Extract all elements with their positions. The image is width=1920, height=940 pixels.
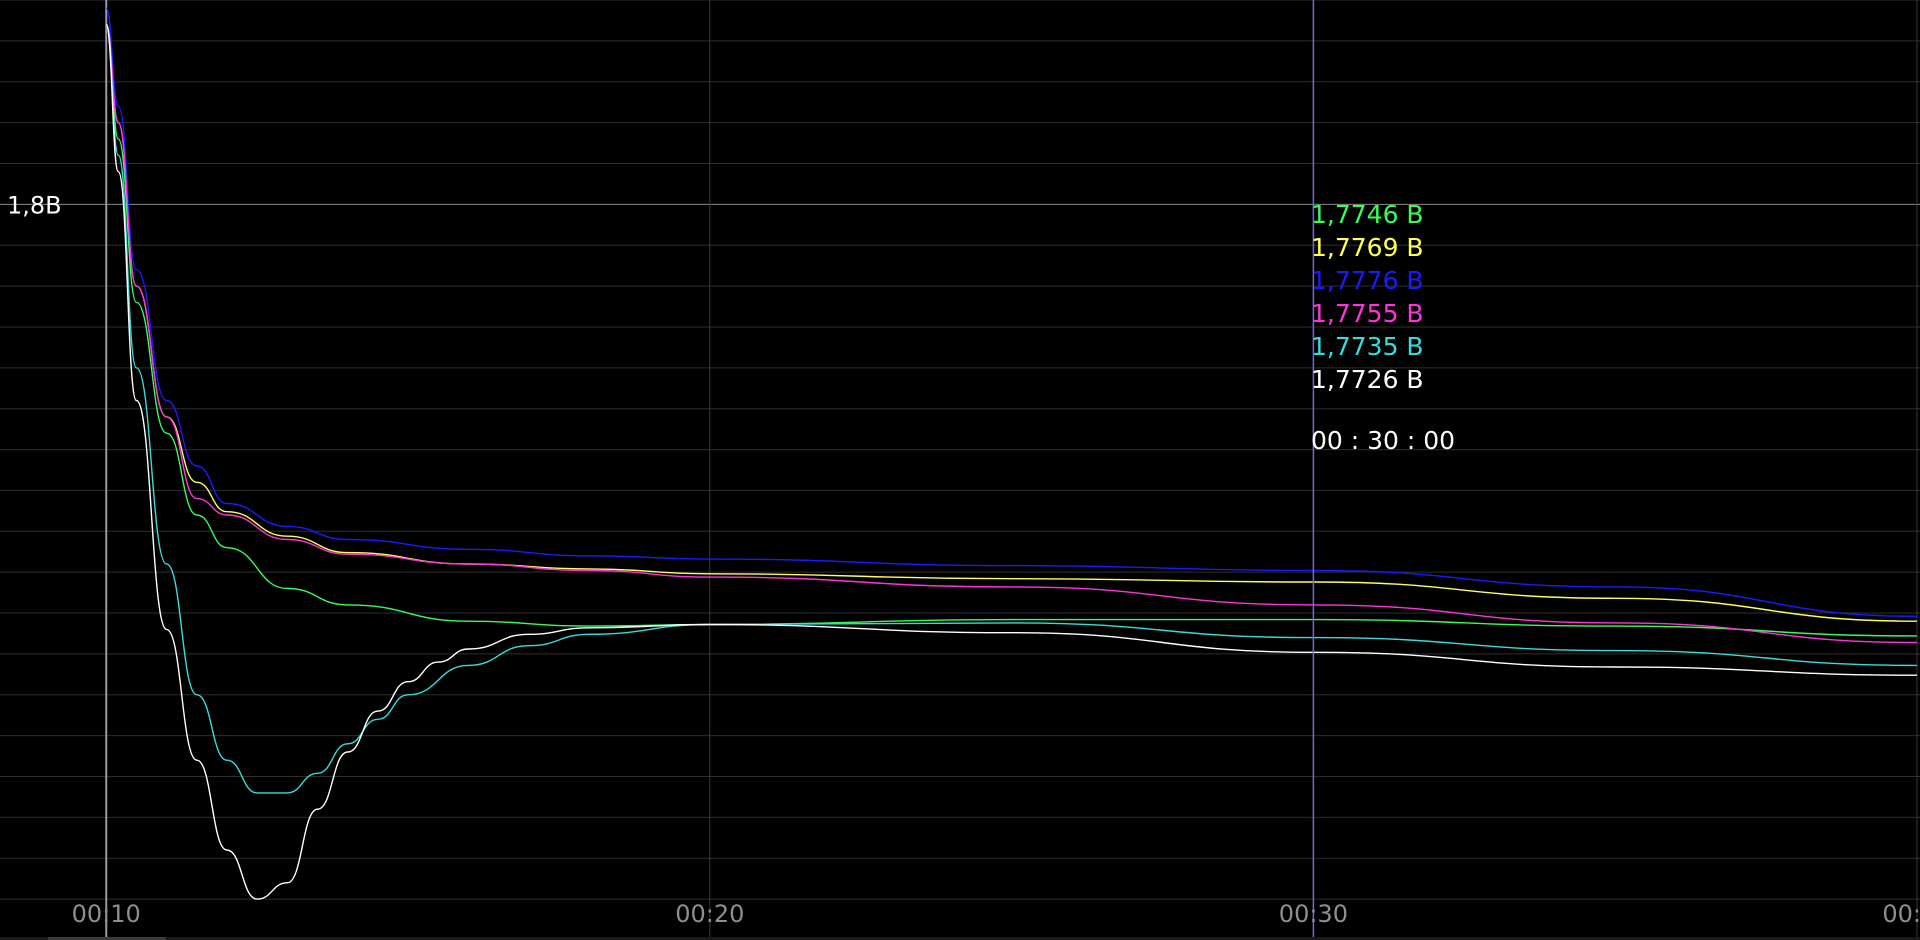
cursor-readout-value: 1,7746 B [1311,200,1424,229]
cursor-readout-value: 1,7735 B [1311,332,1424,361]
x-tick-label: 00:20 [675,900,744,928]
cursor-readout-value: 1,7769 B [1311,233,1424,262]
series-line [105,23,1918,900]
x-tick-label: 00:10 [72,900,141,928]
cursor-time-label: 00 : 30 : 00 [1311,426,1456,455]
series-line [105,23,1918,637]
y-tick-labels: 1,8B [7,191,62,219]
cursor-readout-value: 1,7726 B [1311,365,1424,394]
vertical-grid [105,0,1918,940]
cursor-readout: 1,7746 B 1,7769 B 1,7776 B 1,7755 B 1,77… [1311,198,1424,396]
x-tick-labels: 00:10 00:20 00:30 00:40 [72,900,1920,928]
x-tick-label: 00:40 [1882,900,1920,928]
x-tick-label: 00:30 [1279,900,1348,928]
voltage-chart: 00:10 00:20 00:30 00:40 1,8B [0,0,1920,940]
cursor-readout-value: 1,7755 B [1311,299,1424,328]
y-tick-label: 1,8B [7,191,62,219]
series-line [105,7,1918,617]
horizontal-grid [0,0,1920,940]
series-line [105,23,1918,644]
series-layer [105,7,1918,900]
cursor-readout-value: 1,7776 B [1311,266,1424,295]
